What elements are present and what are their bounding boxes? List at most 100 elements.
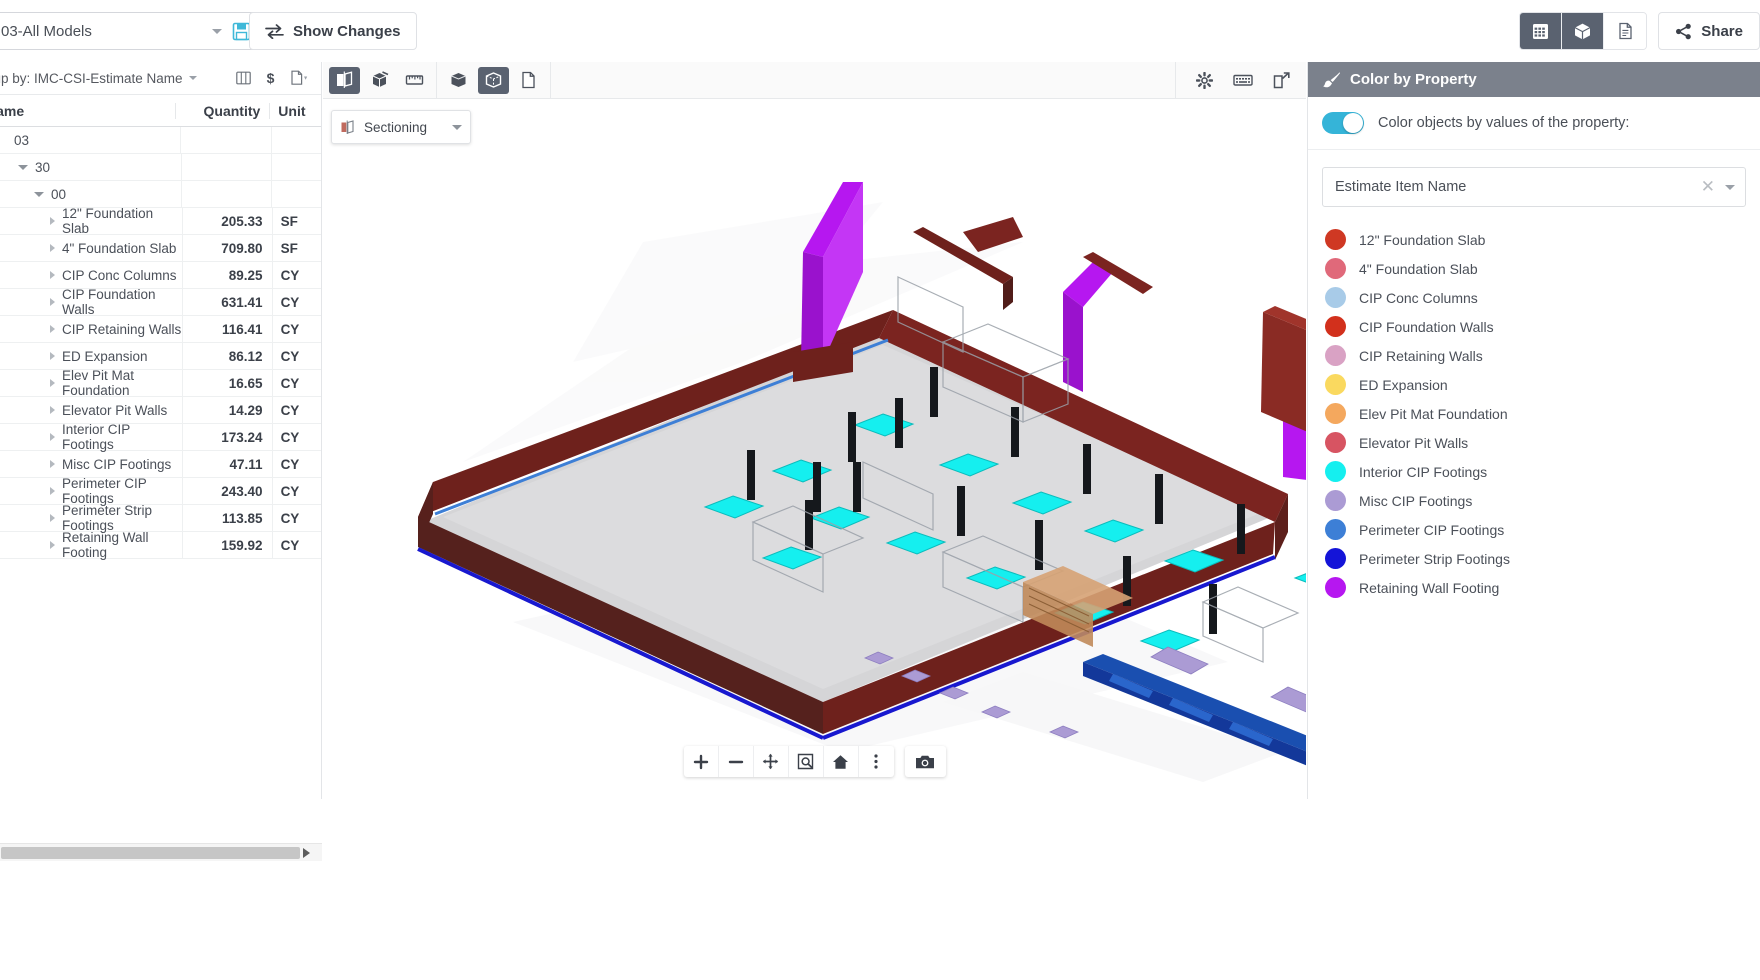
zoom-out-button[interactable] [719, 746, 754, 777]
table-row[interactable]: Misc CIP Footings47.11CY [0, 451, 321, 478]
table-row[interactable]: CIP Foundation Walls631.41CY [0, 289, 321, 316]
legend-item[interactable]: 12" Foundation Slab [1308, 225, 1760, 254]
chevron-down-icon[interactable] [189, 76, 197, 80]
horizontal-scrollbar[interactable] [0, 843, 322, 861]
hidden-cube-button[interactable] [478, 67, 509, 94]
more-options-button[interactable] [859, 746, 894, 777]
table-row[interactable]: Elevator Pit Walls14.29CY [0, 397, 321, 424]
table-row[interactable]: Perimeter CIP Footings243.40CY [0, 478, 321, 505]
expand-twisty-closed-icon[interactable] [50, 406, 55, 414]
legend-item[interactable]: Perimeter Strip Footings [1308, 544, 1760, 573]
column-header-name[interactable]: Name [0, 103, 175, 119]
columns-icon[interactable] [236, 71, 251, 85]
close-icon[interactable]: ✕ [1701, 177, 1715, 197]
model-view-button[interactable] [1562, 13, 1604, 49]
home-view-button[interactable] [824, 746, 859, 777]
snapshot-button[interactable] [905, 746, 946, 777]
share-icon [1675, 23, 1692, 40]
gear-icon[interactable] [1196, 72, 1213, 89]
table-row[interactable]: ED Expansion86.12CY [0, 343, 321, 370]
sectioning-button[interactable] [329, 67, 360, 94]
keyboard-icon[interactable] [1233, 73, 1253, 87]
legend-item[interactable]: ED Expansion [1308, 370, 1760, 399]
legend-item[interactable]: Retaining Wall Footing [1308, 573, 1760, 602]
table-row[interactable]: 03 [0, 127, 321, 154]
color-objects-toggle[interactable] [1322, 112, 1364, 134]
expand-twisty-closed-icon[interactable] [50, 460, 55, 468]
expand-twisty-closed-icon[interactable] [50, 379, 55, 387]
popout-icon[interactable] [1273, 72, 1290, 89]
top-toolbar: 03-All Models Show Changes [0, 0, 1760, 62]
expand-twisty-closed-icon[interactable] [50, 244, 55, 252]
expand-twisty-open-icon[interactable] [34, 192, 44, 197]
pan-button[interactable] [754, 746, 789, 777]
legend-item[interactable]: Elev Pit Mat Foundation [1308, 399, 1760, 428]
legend-item[interactable]: Perimeter CIP Footings [1308, 515, 1760, 544]
solid-cube-button[interactable] [443, 67, 474, 94]
cut-cube-button[interactable] [364, 67, 395, 94]
expand-twisty-closed-icon[interactable] [50, 325, 55, 333]
legend-label: CIP Foundation Walls [1359, 319, 1494, 335]
model-selector[interactable]: 03-All Models [0, 12, 260, 50]
column-header-unit[interactable]: Unit [269, 103, 321, 119]
expand-twisty-closed-icon[interactable] [50, 433, 55, 441]
group-bar-icons: $ [236, 70, 321, 86]
scrollbar-thumb[interactable] [1, 847, 300, 859]
chevron-down-icon[interactable] [452, 125, 462, 130]
table-cell-name: Misc CIP Footings [0, 457, 182, 472]
table-cell-quantity: 47.11 [182, 451, 272, 478]
document-view-button[interactable] [1604, 13, 1646, 49]
expand-twisty-closed-icon[interactable] [50, 487, 55, 495]
legend-item[interactable]: CIP Retaining Walls [1308, 341, 1760, 370]
expand-twisty-closed-icon[interactable] [50, 217, 55, 225]
expand-twisty-closed-icon[interactable] [50, 271, 55, 279]
table-row[interactable]: 4" Foundation Slab709.80SF [0, 235, 321, 262]
export-page-icon[interactable] [290, 70, 309, 86]
grid-view-button[interactable] [1520, 13, 1562, 49]
sheet-button[interactable] [513, 67, 544, 94]
table-cell-unit: SF [272, 208, 321, 235]
chevron-down-icon[interactable] [1725, 185, 1735, 190]
property-select[interactable]: Estimate Item Name ✕ [1322, 167, 1746, 207]
table-row[interactable]: Interior CIP Footings173.24CY [0, 424, 321, 451]
table-row-label: Elev Pit Mat Foundation [62, 368, 182, 398]
zoom-in-button[interactable] [684, 746, 719, 777]
expand-twisty-open-icon[interactable] [18, 165, 28, 170]
view-mode-segmented-control [1519, 12, 1647, 50]
sectioning-popup-label: Sectioning [364, 120, 427, 135]
legend-color-swatch [1325, 258, 1346, 279]
dollar-icon[interactable]: $ [265, 70, 276, 86]
column-header-quantity[interactable]: Quantity [175, 103, 269, 119]
legend-item[interactable]: Interior CIP Footings [1308, 457, 1760, 486]
legend-item[interactable]: Elevator Pit Walls [1308, 428, 1760, 457]
zoom-window-button[interactable] [789, 746, 824, 777]
legend-item[interactable]: CIP Conc Columns [1308, 283, 1760, 312]
legend-item[interactable]: 4" Foundation Slab [1308, 254, 1760, 283]
share-button[interactable]: Share [1658, 12, 1760, 50]
legend-color-swatch [1325, 548, 1346, 569]
show-changes-button[interactable]: Show Changes [249, 12, 417, 50]
expand-twisty-closed-icon[interactable] [50, 352, 55, 360]
sectioning-popup[interactable]: Sectioning [331, 110, 471, 144]
model-viewer[interactable]: z y x [323, 62, 1306, 799]
table-row[interactable]: 00 [0, 181, 321, 208]
group-by-label[interactable]: oup by: IMC-CSI-Estimate Name [0, 71, 183, 86]
legend-item[interactable]: CIP Foundation Walls [1308, 312, 1760, 341]
table-row[interactable]: Retaining Wall Footing159.92CY [0, 532, 321, 559]
table-cell-name: Elevator Pit Walls [0, 403, 182, 418]
expand-twisty-closed-icon[interactable] [50, 541, 55, 549]
table-cell-unit [271, 154, 321, 181]
table-row[interactable]: CIP Retaining Walls116.41CY [0, 316, 321, 343]
table-row[interactable]: CIP Conc Columns89.25CY [0, 262, 321, 289]
table-row-label: Interior CIP Footings [62, 422, 182, 452]
table-row[interactable]: 12" Foundation Slab205.33SF [0, 208, 321, 235]
expand-twisty-closed-icon[interactable] [50, 298, 55, 306]
3d-model-render[interactable]: z y x [323, 62, 1306, 799]
measure-button[interactable] [399, 67, 430, 94]
scroll-right-arrow[interactable] [303, 848, 310, 858]
table-row[interactable]: Perimeter Strip Footings113.85CY [0, 505, 321, 532]
expand-twisty-closed-icon[interactable] [50, 514, 55, 522]
table-row[interactable]: 30 [0, 154, 321, 181]
table-row[interactable]: Elev Pit Mat Foundation16.65CY [0, 370, 321, 397]
legend-item[interactable]: Misc CIP Footings [1308, 486, 1760, 515]
